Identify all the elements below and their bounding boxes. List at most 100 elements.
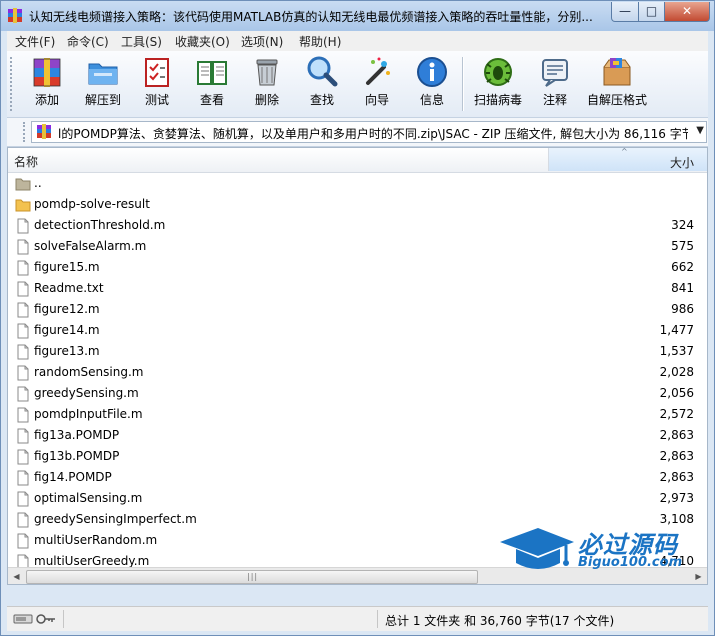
file-icon [17, 470, 29, 486]
file-icon [17, 260, 29, 276]
file-size: 2,572 [659, 407, 694, 421]
menu-file[interactable]: 文件(F) [15, 33, 55, 50]
toolbar-grip[interactable] [10, 57, 15, 111]
file-row[interactable]: detectionThreshold.m 324 [8, 215, 707, 236]
sfx-label: 自解压格式 [586, 93, 647, 107]
menu-tools[interactable]: 工具(S) [121, 33, 162, 50]
file-name: detectionThreshold.m [34, 218, 166, 232]
file-rows: .. pomdp-solve-result detectionThreshold.m… [8, 173, 707, 572]
column-size-header[interactable]: ^ 大小 [548, 148, 707, 171]
test-checklist-icon [145, 58, 169, 87]
virus-scan-button[interactable]: 扫描病毒 [470, 55, 526, 115]
file-row[interactable]: pomdpInputFile.m 2,572 [8, 404, 707, 425]
menu-bar: 文件(F) 命令(C) 工具(S) 收藏夹(O) 选项(N) 帮助(H) [7, 31, 708, 51]
status-summary: 总计 1 文件夹 和 36,760 字节(17 个文件) [385, 614, 615, 628]
file-size: 2,028 [659, 365, 694, 379]
file-name: multiUserRandom.m [34, 533, 158, 547]
status-separator [63, 610, 64, 628]
file-icon [17, 449, 29, 465]
delete-label: 删除 [254, 93, 279, 107]
file-row[interactable]: figure15.m 662 [8, 257, 707, 278]
file-row[interactable]: Readme.txt 841 [8, 278, 707, 299]
file-name: randomSensing.m [34, 365, 144, 379]
find-button[interactable]: 查找 [294, 55, 350, 115]
scroll-thumb[interactable]: ||| [26, 570, 478, 584]
virus-scan-icon [484, 58, 512, 86]
menu-favorites[interactable]: 收藏夹(O) [175, 33, 230, 50]
view-button[interactable]: 查看 [184, 55, 240, 115]
file-name: solveFalseAlarm.m [34, 239, 147, 253]
column-name-header[interactable]: 名称 [14, 153, 38, 170]
folder-row[interactable]: pomdp-solve-result [8, 194, 707, 215]
graduation-cap-logo [500, 528, 574, 569]
menu-options[interactable]: 选项(N) [241, 33, 283, 50]
info-button[interactable]: 信息 [404, 55, 460, 115]
wizard-wand-icon [366, 57, 390, 85]
file-row[interactable]: figure13.m 1,537 [8, 341, 707, 362]
file-row[interactable]: figure14.m 1,477 [8, 320, 707, 341]
file-name: greedySensing.m [34, 386, 139, 400]
trash-icon [256, 59, 278, 86]
file-size: 2,056 [659, 386, 694, 400]
file-icon [17, 428, 29, 444]
toolbar-separator [462, 57, 464, 111]
add-button[interactable]: 添加 [19, 55, 75, 115]
test-button[interactable]: 测试 [129, 55, 185, 115]
file-name: figure12.m [34, 302, 100, 316]
file-size: 1,477 [659, 323, 694, 337]
address-field[interactable]: l的POMDP算法、贪婪算法、随机算，以及单用户和多用户时的不同.zip\JSA… [31, 121, 707, 143]
file-name: fig14.POMDP [34, 470, 112, 484]
file-name: multiUserGreedy.m [34, 554, 150, 568]
address-dropdown-icon[interactable]: ▼ [696, 125, 704, 136]
title-bar[interactable]: 认知无线电频谱接入策略：该代码使用MATLAB仿真的认知无线电最优频谱接入策略的… [1, 1, 714, 31]
minimize-button[interactable]: — [611, 2, 639, 22]
file-icon [17, 386, 29, 402]
add-archive-icon [33, 58, 61, 87]
view-book-icon [197, 61, 227, 85]
info-label: 信息 [419, 93, 444, 107]
file-name: optimalSensing.m [34, 491, 143, 505]
file-row[interactable]: randomSensing.m 2,028 [8, 362, 707, 383]
column-size-label: 大小 [669, 156, 694, 170]
sfx-button[interactable]: 自解压格式 [585, 55, 649, 115]
file-icon [17, 239, 29, 255]
file-name: figure14.m [34, 323, 100, 337]
file-row[interactable]: fig14.POMDP 2,863 [8, 467, 707, 488]
file-row[interactable]: fig13b.POMDP 2,863 [8, 446, 707, 467]
file-row[interactable]: solveFalseAlarm.m 575 [8, 236, 707, 257]
file-row[interactable]: optimalSensing.m 2,973 [8, 488, 707, 509]
extract-folder-icon [88, 63, 118, 85]
status-bar: 总计 1 文件夹 和 36,760 字节(17 个文件) [7, 606, 708, 631]
address-bar: l的POMDP算法、贪婪算法、随机算，以及单用户和多用户时的不同.zip\JSA… [7, 118, 708, 147]
file-row[interactable]: figure12.m 986 [8, 299, 707, 320]
file-list[interactable]: 名称 ^ 大小 .. pomdp-solve-result detectionThr… [7, 147, 708, 585]
extract-to-button[interactable]: 解压到 [75, 55, 131, 115]
file-size: 662 [671, 260, 694, 274]
file-row[interactable]: greedySensing.m 2,056 [8, 383, 707, 404]
find-label: 查找 [309, 93, 334, 107]
file-icon [17, 281, 29, 297]
file-row[interactable]: fig13a.POMDP 2,863 [8, 425, 707, 446]
status-separator [377, 610, 378, 628]
maximize-button[interactable]: □ [638, 2, 665, 22]
delete-button[interactable]: 删除 [239, 55, 295, 115]
menu-commands[interactable]: 命令(C) [67, 33, 109, 50]
comment-button[interactable]: 注释 [527, 55, 583, 115]
menu-help[interactable]: 帮助(H) [299, 33, 341, 50]
parent-folder-row[interactable]: .. [8, 173, 707, 194]
file-icon [17, 218, 29, 234]
file-size: 2,863 [659, 428, 694, 442]
file-name: greedySensingImperfect.m [34, 512, 197, 526]
parent-folder-icon [15, 178, 31, 191]
address-grip[interactable] [23, 122, 27, 142]
file-icon [17, 512, 29, 528]
scroll-left-icon[interactable]: ◀ [8, 568, 25, 584]
archive-icon [37, 124, 51, 139]
list-header: 名称 ^ 大小 [8, 148, 707, 173]
file-name: pomdp-solve-result [34, 197, 150, 211]
window-title: 认知无线电频谱接入策略：该代码使用MATLAB仿真的认知无线电最优频谱接入策略的… [29, 10, 593, 24]
wizard-button[interactable]: 向导 [349, 55, 405, 115]
file-icon [17, 533, 29, 549]
close-button[interactable]: ✕ [664, 2, 710, 22]
virus-scan-label: 扫描病毒 [473, 93, 522, 107]
